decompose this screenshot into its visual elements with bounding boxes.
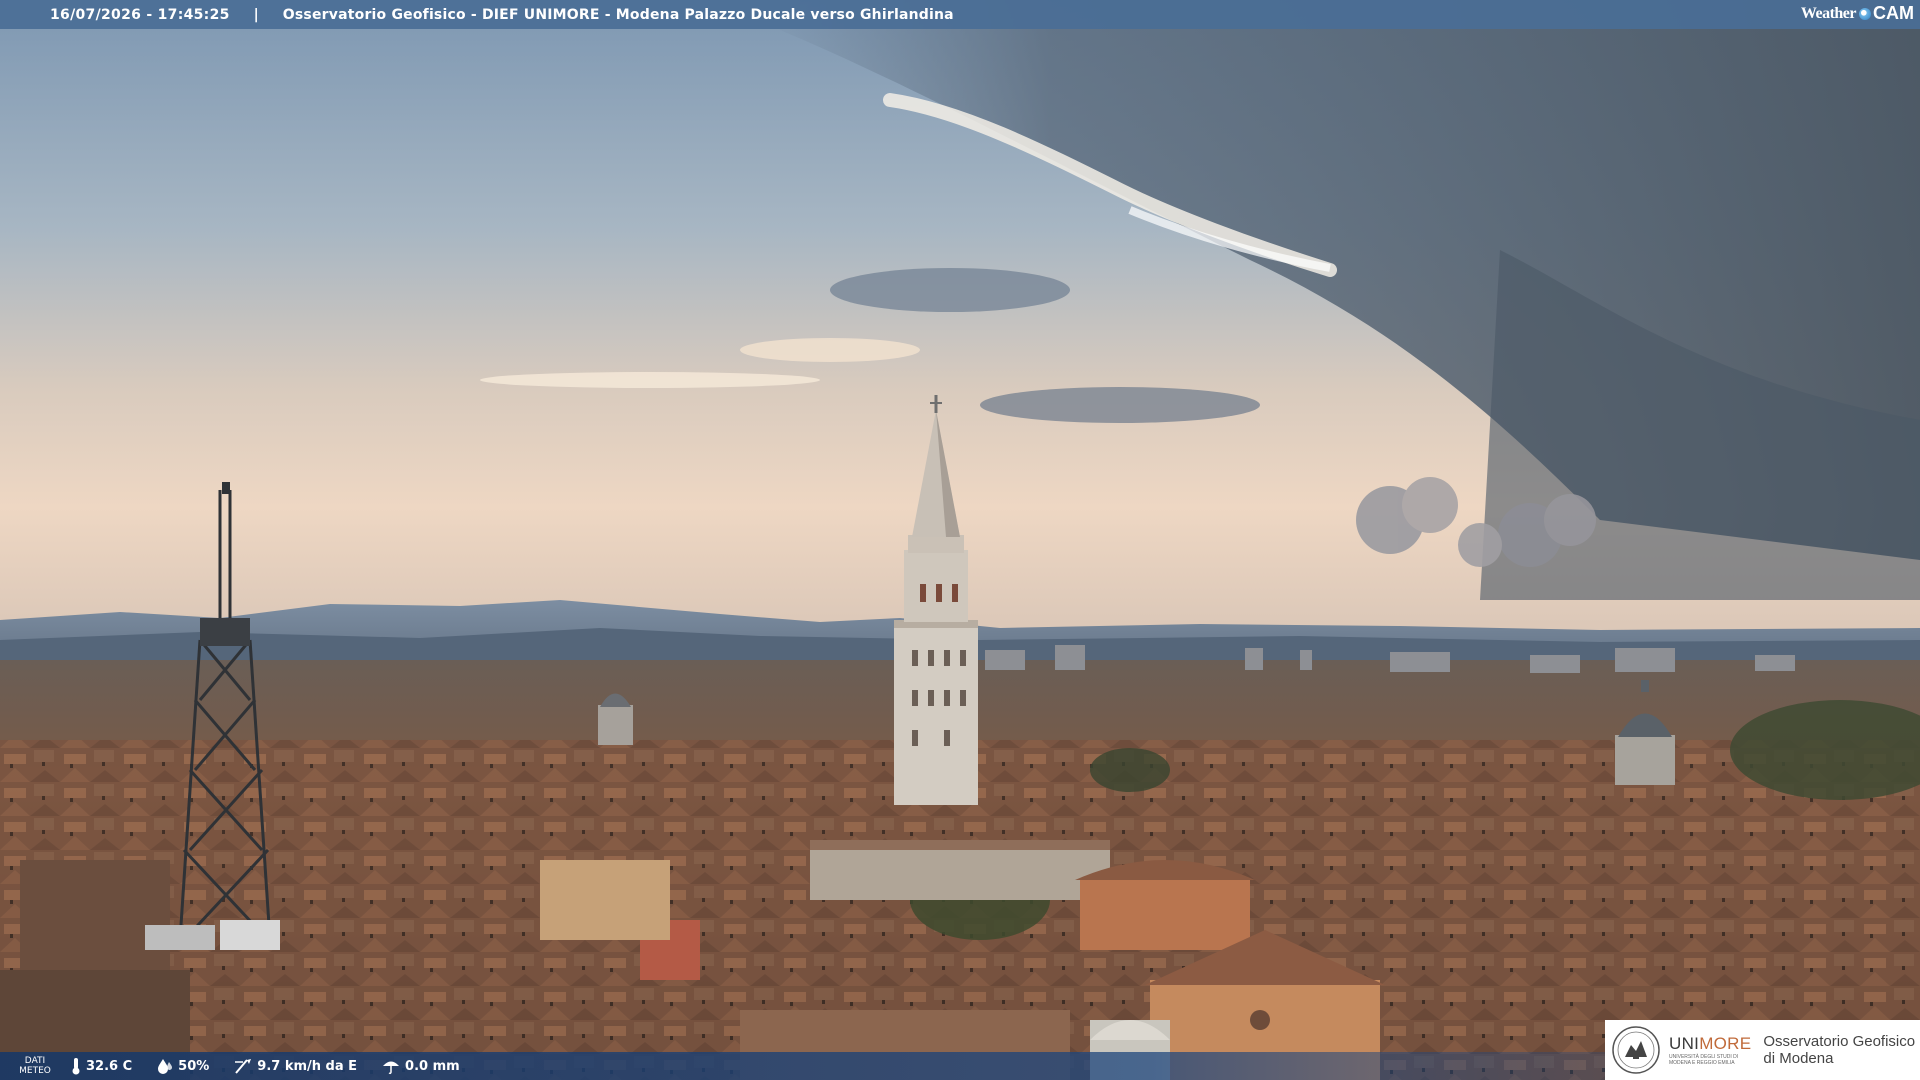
observatory-name: Osservatorio Geofisico di Modena bbox=[1763, 1033, 1915, 1067]
unimore-name: UNIMORE bbox=[1669, 1034, 1751, 1054]
rain-reading: 0.0 mm bbox=[381, 1057, 460, 1075]
unimore-wordmark: UNIMORE UNIVERSITÀ DEGLI STUDI DI MODENA… bbox=[1669, 1034, 1751, 1066]
camera-title: Osservatorio Geofisico - DIEF UNIMORE - … bbox=[282, 6, 954, 23]
webcam-image bbox=[0, 0, 1920, 1080]
globe-icon bbox=[1859, 7, 1871, 20]
rain-value: 0.0 mm bbox=[405, 1058, 460, 1074]
logo-weather-text: Weather bbox=[1800, 4, 1857, 22]
rain-umbrella-icon bbox=[383, 1061, 400, 1075]
temperature-reading: 32.6 C bbox=[70, 1057, 132, 1075]
unimore-subtitle: UNIVERSITÀ DEGLI STUDI DI MODENA E REGGI… bbox=[1669, 1054, 1739, 1066]
timestamp: 16/07/2026 - 17:45:25 bbox=[50, 6, 230, 23]
observatory-line-2: di Modena bbox=[1763, 1050, 1834, 1067]
meteo-label: METEO bbox=[19, 1066, 51, 1076]
header-separator: | bbox=[253, 6, 259, 23]
logo-cam-text: CAM bbox=[1873, 3, 1914, 23]
thermometer-icon bbox=[72, 1058, 80, 1075]
header-bar: 16/07/2026 - 17:45:25 | Osservatorio Geo… bbox=[0, 0, 1920, 29]
weathercam-logo: Weather CAM bbox=[1801, 3, 1914, 24]
wind-reading: 9.7 km/h da E bbox=[233, 1057, 357, 1075]
wind-vane-icon bbox=[235, 1059, 252, 1074]
university-seal-icon bbox=[1612, 1026, 1660, 1074]
humidity-value: 50% bbox=[178, 1058, 210, 1074]
more-text: MORE bbox=[1699, 1034, 1752, 1053]
temperature-value: 32.6 C bbox=[86, 1058, 133, 1074]
dati-meteo-label: DATI METEO bbox=[0, 1056, 70, 1076]
unimore-logo-box: UNIMORE UNIVERSITÀ DEGLI STUDI DI MODENA… bbox=[1605, 1020, 1920, 1080]
wind-value: 9.7 km/h da E bbox=[257, 1058, 358, 1074]
humidity-drop-icon bbox=[158, 1059, 173, 1074]
humidity-reading: 50% bbox=[156, 1057, 209, 1075]
observatory-line-1: Osservatorio Geofisico bbox=[1763, 1033, 1916, 1050]
uni-text: UNI bbox=[1669, 1034, 1700, 1053]
webcam-frame: 16/07/2026 - 17:45:25 | Osservatorio Geo… bbox=[0, 0, 1920, 1080]
dati-label: DATI bbox=[24, 1056, 46, 1066]
